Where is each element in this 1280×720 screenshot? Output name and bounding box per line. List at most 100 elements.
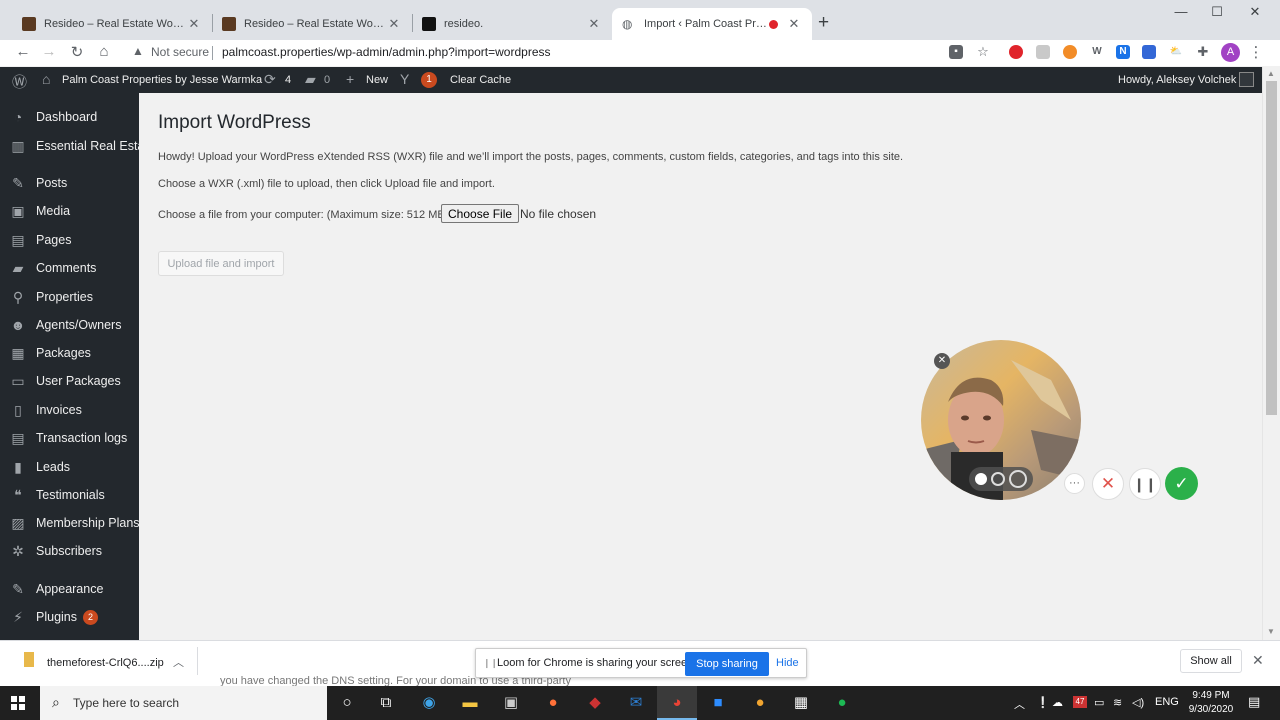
extension-icon[interactable]: N — [1116, 45, 1130, 59]
app-icon[interactable]: ● — [740, 686, 780, 720]
language-indicator[interactable]: ENG — [1155, 696, 1179, 708]
reload-icon[interactable]: ↻ — [66, 43, 88, 61]
yoast-icon[interactable]: Y — [400, 71, 409, 87]
scroll-down-arrow-icon[interactable]: ▼ — [1267, 627, 1275, 636]
firefox-icon[interactable]: ● — [533, 686, 573, 720]
sidebar-item-essential-real-estate[interactable]: ▥ Essential Real Estate — [0, 132, 139, 160]
scroll-up-arrow-icon[interactable]: ▲ — [1267, 69, 1275, 78]
kebab-menu-icon[interactable]: ⋮ — [1245, 43, 1267, 61]
tray-badge[interactable]: 47 — [1073, 696, 1087, 708]
loom-camera-size-toggle[interactable] — [969, 467, 1033, 491]
app-icon[interactable]: ◆ — [575, 686, 615, 720]
sidebar-item-pages[interactable]: ▤ Pages — [0, 226, 139, 254]
edge-icon[interactable]: ◉ — [409, 686, 449, 720]
back-arrow-icon[interactable]: ← — [12, 43, 34, 60]
address-bar[interactable]: palmcoast.properties/wp-admin/admin.php?… — [222, 45, 551, 59]
loom-finish-checkmark-icon[interactable]: ✓ — [1165, 467, 1198, 500]
sidebar-item-dashboard[interactable]: ◔ Dashboard — [0, 103, 139, 131]
file-explorer-icon[interactable]: ▬ — [450, 686, 490, 720]
clear-cache-link[interactable]: Clear Cache — [450, 74, 511, 86]
sidebar-item-invoices[interactable]: ▯ Invoices — [0, 396, 139, 424]
loom-pause-icon[interactable]: ❙❙ — [1129, 468, 1161, 500]
taskbar-clock[interactable]: 9:49 PM 9/30/2020 — [1186, 689, 1236, 717]
page-scrollbar[interactable]: ▲ ▼ — [1262, 67, 1280, 640]
sidebar-item-posts[interactable]: ✎ Posts — [0, 169, 139, 197]
close-tab-icon[interactable]: ✕ — [586, 16, 602, 32]
hide-notice-link[interactable]: Hide — [776, 657, 799, 669]
extension-icon[interactable] — [1009, 45, 1023, 59]
close-tab-icon[interactable]: ✕ — [786, 16, 802, 32]
updates-count[interactable]: 4 — [285, 74, 291, 86]
close-tab-icon[interactable]: ✕ — [386, 16, 402, 32]
forward-arrow-icon[interactable]: → — [38, 43, 60, 60]
wordpress-logo-icon[interactable]: Ⓦ — [12, 71, 27, 92]
sidebar-item-subscribers[interactable]: ✲ Subscribers — [0, 537, 139, 565]
sidebar-item-packages[interactable]: ▦ Packages — [0, 339, 139, 367]
puzzle-icon[interactable]: ✚ — [1196, 45, 1210, 59]
sidebar-item-user-packages[interactable]: ▭ User Packages — [0, 367, 139, 395]
sidebar-item-plugins[interactable]: ⚡ Plugins 2 — [0, 603, 139, 631]
download-file-name[interactable]: themeforest-CrlQ6....zip — [47, 657, 164, 669]
comments-icon[interactable]: ▰ — [305, 71, 316, 88]
taskbar-search-box[interactable]: ⌕ Type here to search — [40, 686, 327, 720]
logitech-icon[interactable]: ▦ — [781, 686, 821, 720]
comments-count[interactable]: 0 — [324, 74, 330, 86]
maximize-window-button[interactable]: ☐ — [1198, 4, 1236, 20]
extension-icon[interactable]: ⛅ — [1169, 45, 1183, 59]
sidebar-item-leads[interactable]: ▮ Leads — [0, 453, 139, 481]
tray-app-icon[interactable]: ❕ — [1036, 696, 1050, 709]
battery-icon[interactable]: ▭ — [1094, 696, 1104, 709]
not-secure-label[interactable]: Not secure — [151, 45, 209, 59]
sidebar-item-transaction-logs[interactable]: ▤ Transaction logs — [0, 424, 139, 452]
tab-resideo-2[interactable]: Resideo – Real Estate WordPress ✕ — [212, 8, 412, 40]
home-icon[interactable]: ⌂ — [93, 43, 115, 60]
yoast-notification-badge[interactable]: 1 — [421, 72, 437, 88]
chrome-icon[interactable]: ◕ — [657, 686, 697, 720]
show-all-downloads-button[interactable]: Show all — [1180, 649, 1242, 673]
new-tab-button[interactable]: + — [818, 12, 829, 34]
windows-start-icon[interactable] — [11, 696, 25, 710]
updates-icon[interactable]: ⟳ — [264, 71, 276, 88]
sidebar-item-appearance[interactable]: ✎ Appearance — [0, 575, 139, 603]
size-small-option[interactable] — [975, 473, 987, 485]
onedrive-cloud-icon[interactable]: ☁ — [1052, 696, 1063, 709]
sidebar-item-comments[interactable]: ▰ Comments — [0, 254, 139, 282]
sidebar-item-testimonials[interactable]: ❝ Testimonials — [0, 481, 139, 509]
howdy-user-link[interactable]: Howdy, Aleksey Volchek — [1118, 74, 1236, 86]
site-name-link[interactable]: Palm Coast Properties by Jesse Warmka — [62, 74, 262, 86]
close-tab-icon[interactable]: ✕ — [186, 16, 202, 32]
scroll-thumb[interactable] — [1266, 81, 1277, 415]
drag-handle-icon[interactable]: ❙❙ — [483, 658, 498, 669]
extension-icon[interactable] — [1063, 45, 1077, 59]
mail-icon[interactable]: ✉ — [616, 686, 656, 720]
close-download-bar-icon[interactable]: ✕ — [1252, 652, 1264, 669]
task-view-icon[interactable]: ⧉ — [366, 686, 406, 720]
tab-resideo-1[interactable]: Resideo – Real Estate WordPress ✕ — [12, 8, 212, 40]
loom-more-options-icon[interactable]: ··· — [1064, 473, 1085, 494]
extension-icon[interactable] — [1036, 45, 1050, 59]
chevron-up-icon[interactable]: ︿ — [173, 654, 184, 670]
wifi-icon[interactable]: ≋ — [1113, 696, 1122, 709]
sidebar-item-membership-plans[interactable]: ▨ Membership Plans — [0, 509, 139, 537]
notifications-icon[interactable]: ▤ — [1248, 694, 1260, 710]
cortana-icon[interactable]: ○ — [327, 686, 367, 720]
warning-triangle-icon[interactable]: ▲ — [132, 44, 144, 58]
close-window-button[interactable]: ✕ — [1236, 4, 1274, 20]
zoom-icon[interactable]: ■ — [698, 686, 738, 720]
user-avatar[interactable] — [1239, 72, 1254, 87]
loom-close-camera-icon[interactable]: ✕ — [934, 353, 950, 369]
size-large-option[interactable] — [1009, 470, 1027, 488]
size-medium-option[interactable] — [991, 472, 1005, 486]
sidebar-item-agents-owners[interactable]: ☻ Agents/Owners — [0, 311, 139, 339]
tray-chevron-up-icon[interactable]: ︿ — [1014, 696, 1025, 712]
loom-cancel-icon[interactable]: ✕ — [1092, 468, 1124, 500]
plus-icon[interactable]: + — [346, 71, 354, 87]
tab-import-active[interactable]: ◍ Import ‹ Palm Coast Properties ✕ — [612, 8, 812, 40]
spotify-icon[interactable]: ● — [822, 686, 862, 720]
bookmark-star-icon[interactable]: ☆ — [976, 45, 990, 59]
tab-resideo-3[interactable]: resideo. ✕ — [412, 8, 612, 40]
choose-file-button[interactable]: Choose File — [441, 204, 520, 223]
extension-icon[interactable] — [1142, 45, 1156, 59]
minimize-window-button[interactable]: — — [1162, 4, 1200, 19]
upload-file-and-import-button[interactable]: Upload file and import — [158, 251, 284, 276]
